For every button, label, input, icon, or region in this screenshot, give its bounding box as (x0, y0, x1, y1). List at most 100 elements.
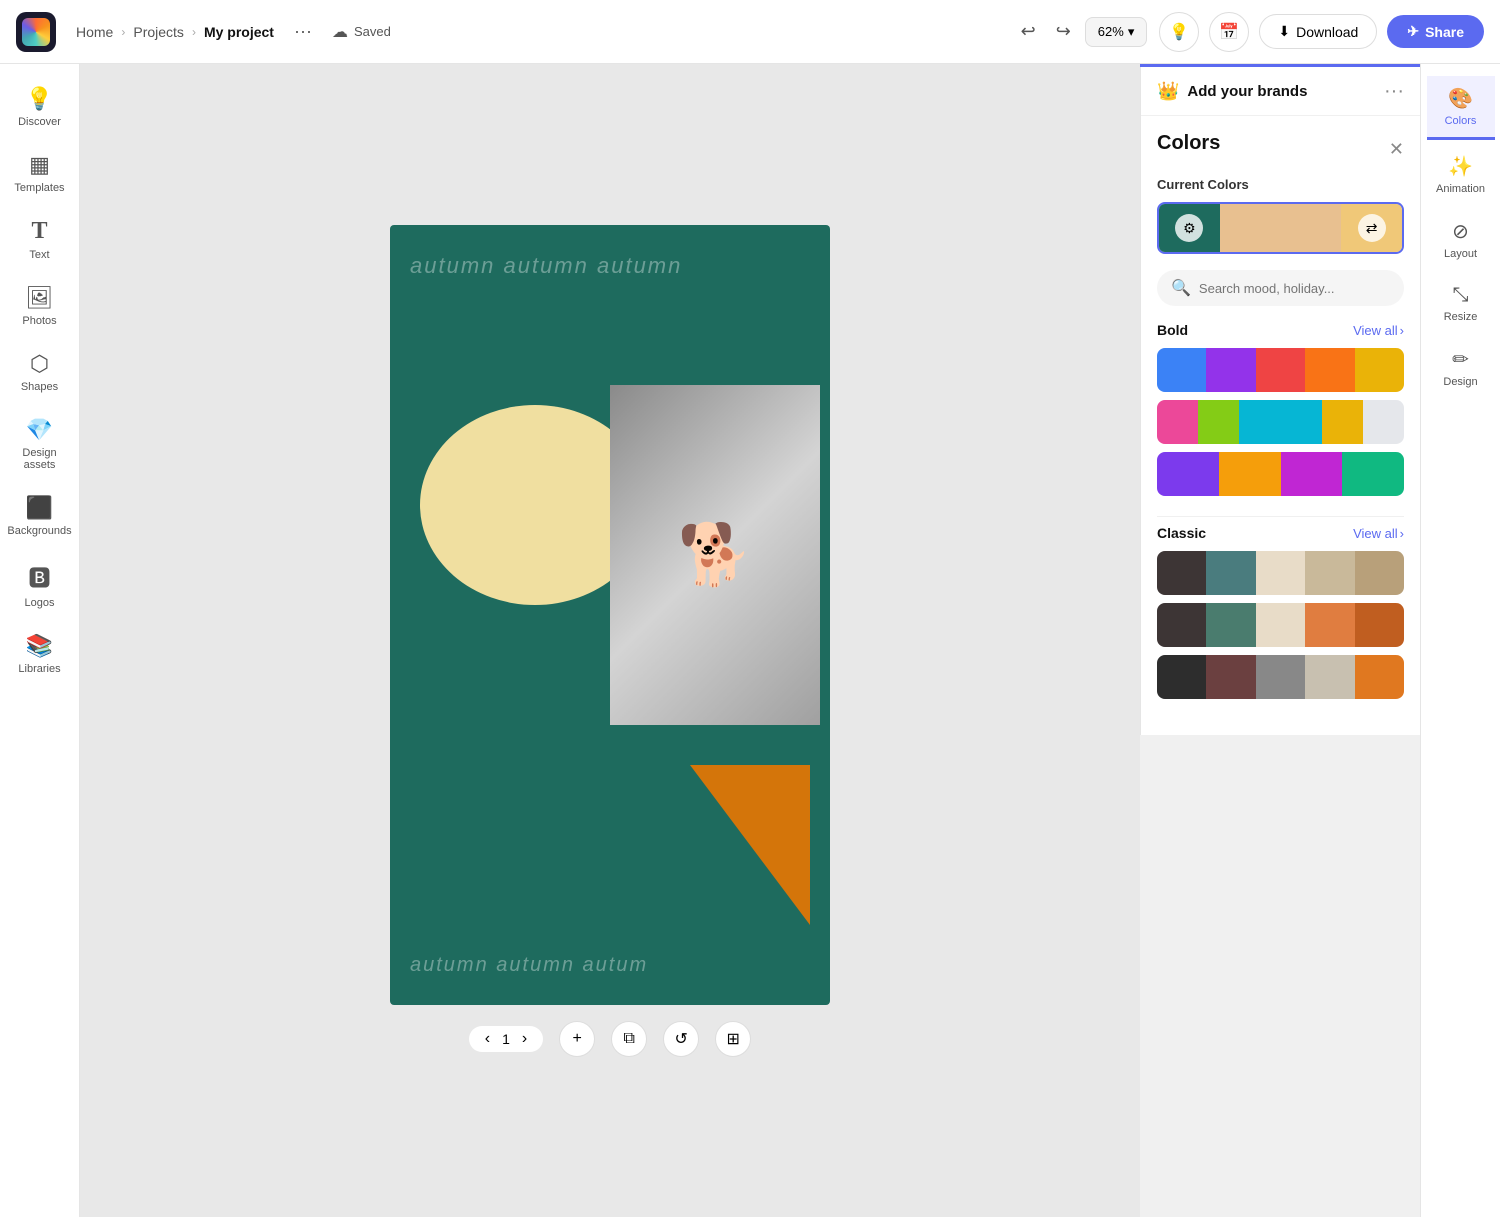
zoom-in-button[interactable]: + (559, 1021, 595, 1057)
prev-page-button[interactable]: ‹ (485, 1030, 490, 1048)
app-logo[interactable] (16, 12, 56, 52)
classic-color-1-2[interactable] (1206, 551, 1255, 595)
bold-palette-row-3[interactable] (1157, 452, 1404, 496)
bold-color-1-2[interactable] (1206, 348, 1255, 392)
sidebar-label-text: Text (29, 249, 49, 261)
breadcrumb-projects[interactable]: Projects (133, 24, 184, 40)
classic-section-header: Classic View all › (1157, 525, 1404, 541)
share-icon: ✈ (1407, 23, 1419, 40)
classic-color-1-1[interactable] (1157, 551, 1206, 595)
breadcrumb-home[interactable]: Home (76, 24, 113, 40)
zoom-control[interactable]: 62% ▾ (1085, 17, 1148, 47)
current-colors-label: Current Colors (1157, 177, 1404, 192)
classic-palette-row-1[interactable] (1157, 551, 1404, 595)
bold-color-1-4[interactable] (1305, 348, 1354, 392)
classic-color-3-2[interactable] (1206, 655, 1255, 699)
bold-view-all-button[interactable]: View all › (1353, 323, 1404, 338)
classic-color-3-3[interactable] (1256, 655, 1305, 699)
next-page-button[interactable]: › (522, 1030, 527, 1048)
bold-color-3-3[interactable] (1281, 452, 1343, 496)
design-assets-icon: 💎 (26, 417, 53, 443)
classic-color-1-5[interactable] (1355, 551, 1404, 595)
classic-color-2-3[interactable] (1256, 603, 1305, 647)
sidebar-item-templates[interactable]: ▦ Templates (6, 142, 74, 204)
colors-panel-wrapper: 👑 Add your brands ··· Colors ✕ Current C… (1140, 64, 1420, 1217)
classic-color-2-1[interactable] (1157, 603, 1206, 647)
classic-color-3-4[interactable] (1305, 655, 1354, 699)
sidebar-item-text[interactable]: T Text (6, 208, 74, 271)
right-panel-resize[interactable]: ⤡ Resize (1427, 274, 1495, 333)
sidebar-item-photos[interactable]: 🖼 Photos (6, 275, 74, 337)
classic-color-3-1[interactable] (1157, 655, 1206, 699)
classic-palette-row-2[interactable] (1157, 603, 1404, 647)
bold-color-2-1[interactable] (1157, 400, 1198, 444)
bold-color-2-2[interactable] (1198, 400, 1239, 444)
classic-color-2-4[interactable] (1305, 603, 1354, 647)
classic-color-3-5[interactable] (1355, 655, 1404, 699)
bold-color-1-5[interactable] (1355, 348, 1404, 392)
classic-color-2-2[interactable] (1206, 603, 1255, 647)
right-panel-animation[interactable]: ✨ Animation (1427, 144, 1495, 205)
colors-panel-icon: 🎨 (1448, 86, 1473, 111)
undo-button[interactable]: ↩ (1015, 15, 1042, 48)
canvas-copy-button[interactable]: ⧉ (611, 1021, 647, 1057)
photos-icon: 🖼 (26, 285, 54, 311)
sidebar-label-libraries: Libraries (18, 663, 60, 675)
right-panel-layout[interactable]: ⊘ Layout (1427, 209, 1495, 270)
bold-color-2-3[interactable] (1239, 400, 1321, 444)
bold-palette-row-1[interactable] (1157, 348, 1404, 392)
cloud-icon: ☁ (332, 22, 348, 42)
sidebar-item-shapes[interactable]: ⬡ Shapes (6, 341, 74, 403)
classic-palette-row-3[interactable] (1157, 655, 1404, 699)
sidebar-item-libraries[interactable]: 📚 Libraries (6, 623, 74, 685)
right-icon-panel: 🎨 Colors ✨ Animation ⊘ Layout ⤡ Resize ✏… (1420, 64, 1500, 1217)
bold-color-3-4[interactable] (1342, 452, 1404, 496)
colors-panel: 👑 Add your brands ··· Colors ✕ Current C… (1140, 64, 1420, 735)
canvas-rotate-button[interactable]: ↺ (663, 1021, 699, 1057)
bold-label: Bold (1157, 322, 1188, 338)
bold-color-1-1[interactable] (1157, 348, 1206, 392)
idea-button[interactable]: 💡 (1159, 12, 1199, 52)
bold-palette-row-2[interactable] (1157, 400, 1404, 444)
more-options-button[interactable]: ··· (286, 17, 320, 46)
canvas-photo[interactable]: 🐕 (610, 385, 820, 725)
breadcrumb: Home › Projects › My project (76, 24, 274, 40)
share-button[interactable]: ✈ Share (1387, 15, 1484, 48)
divider (1157, 516, 1404, 517)
current-palette[interactable]: ⚙ ⇄ (1157, 202, 1404, 254)
right-panel-design[interactable]: ✏ Design (1427, 337, 1495, 398)
close-colors-button[interactable]: ✕ (1389, 139, 1404, 160)
templates-icon: ▦ (29, 152, 50, 178)
download-button[interactable]: ⬇ Download (1259, 14, 1377, 49)
search-input[interactable] (1199, 281, 1390, 296)
canvas-photo-inner: 🐕 (610, 385, 820, 725)
bold-color-1-3[interactable] (1256, 348, 1305, 392)
current-palette-color-2[interactable] (1220, 204, 1342, 252)
bold-color-2-4[interactable] (1322, 400, 1363, 444)
classic-color-1-4[interactable] (1305, 551, 1354, 595)
classic-color-1-3[interactable] (1256, 551, 1305, 595)
canvas-grid-button[interactable]: ⊞ (715, 1021, 751, 1057)
logos-icon: 🅱 (28, 561, 50, 593)
right-panel-colors[interactable]: 🎨 Colors (1427, 76, 1495, 140)
canvas-area[interactable]: autumn autumn autumn 🐕 autumn autumn aut… (80, 64, 1140, 1217)
current-palette-color-1[interactable]: ⚙ (1159, 204, 1220, 252)
redo-button[interactable]: ↪ (1050, 15, 1077, 48)
sidebar-item-backgrounds[interactable]: ⬛ Backgrounds (6, 485, 74, 547)
canvas-content[interactable]: autumn autumn autumn 🐕 autumn autumn aut… (390, 225, 830, 1005)
classic-color-2-5[interactable] (1355, 603, 1404, 647)
current-palette-color-3[interactable]: ⇄ (1341, 204, 1402, 252)
sidebar-item-design-assets[interactable]: 💎 Design assets (6, 407, 74, 481)
sidebar-item-discover[interactable]: 💡 Discover (6, 76, 74, 138)
colors-panel-label: Colors (1445, 115, 1477, 127)
bold-color-3-2[interactable] (1219, 452, 1281, 496)
topbar-right: 💡 📅 ⬇ Download ✈ Share (1159, 12, 1484, 52)
calendar-button[interactable]: 📅 (1209, 12, 1249, 52)
bold-color-2-5[interactable] (1363, 400, 1404, 444)
sidebar-item-logos[interactable]: 🅱 Logos (6, 551, 74, 619)
bold-color-3-1[interactable] (1157, 452, 1219, 496)
classic-view-all-button[interactable]: View all › (1353, 526, 1404, 541)
sidebar-label-design-assets: Design assets (10, 447, 70, 471)
panel-more-button[interactable]: ··· (1384, 80, 1404, 103)
layout-label: Layout (1444, 248, 1477, 260)
